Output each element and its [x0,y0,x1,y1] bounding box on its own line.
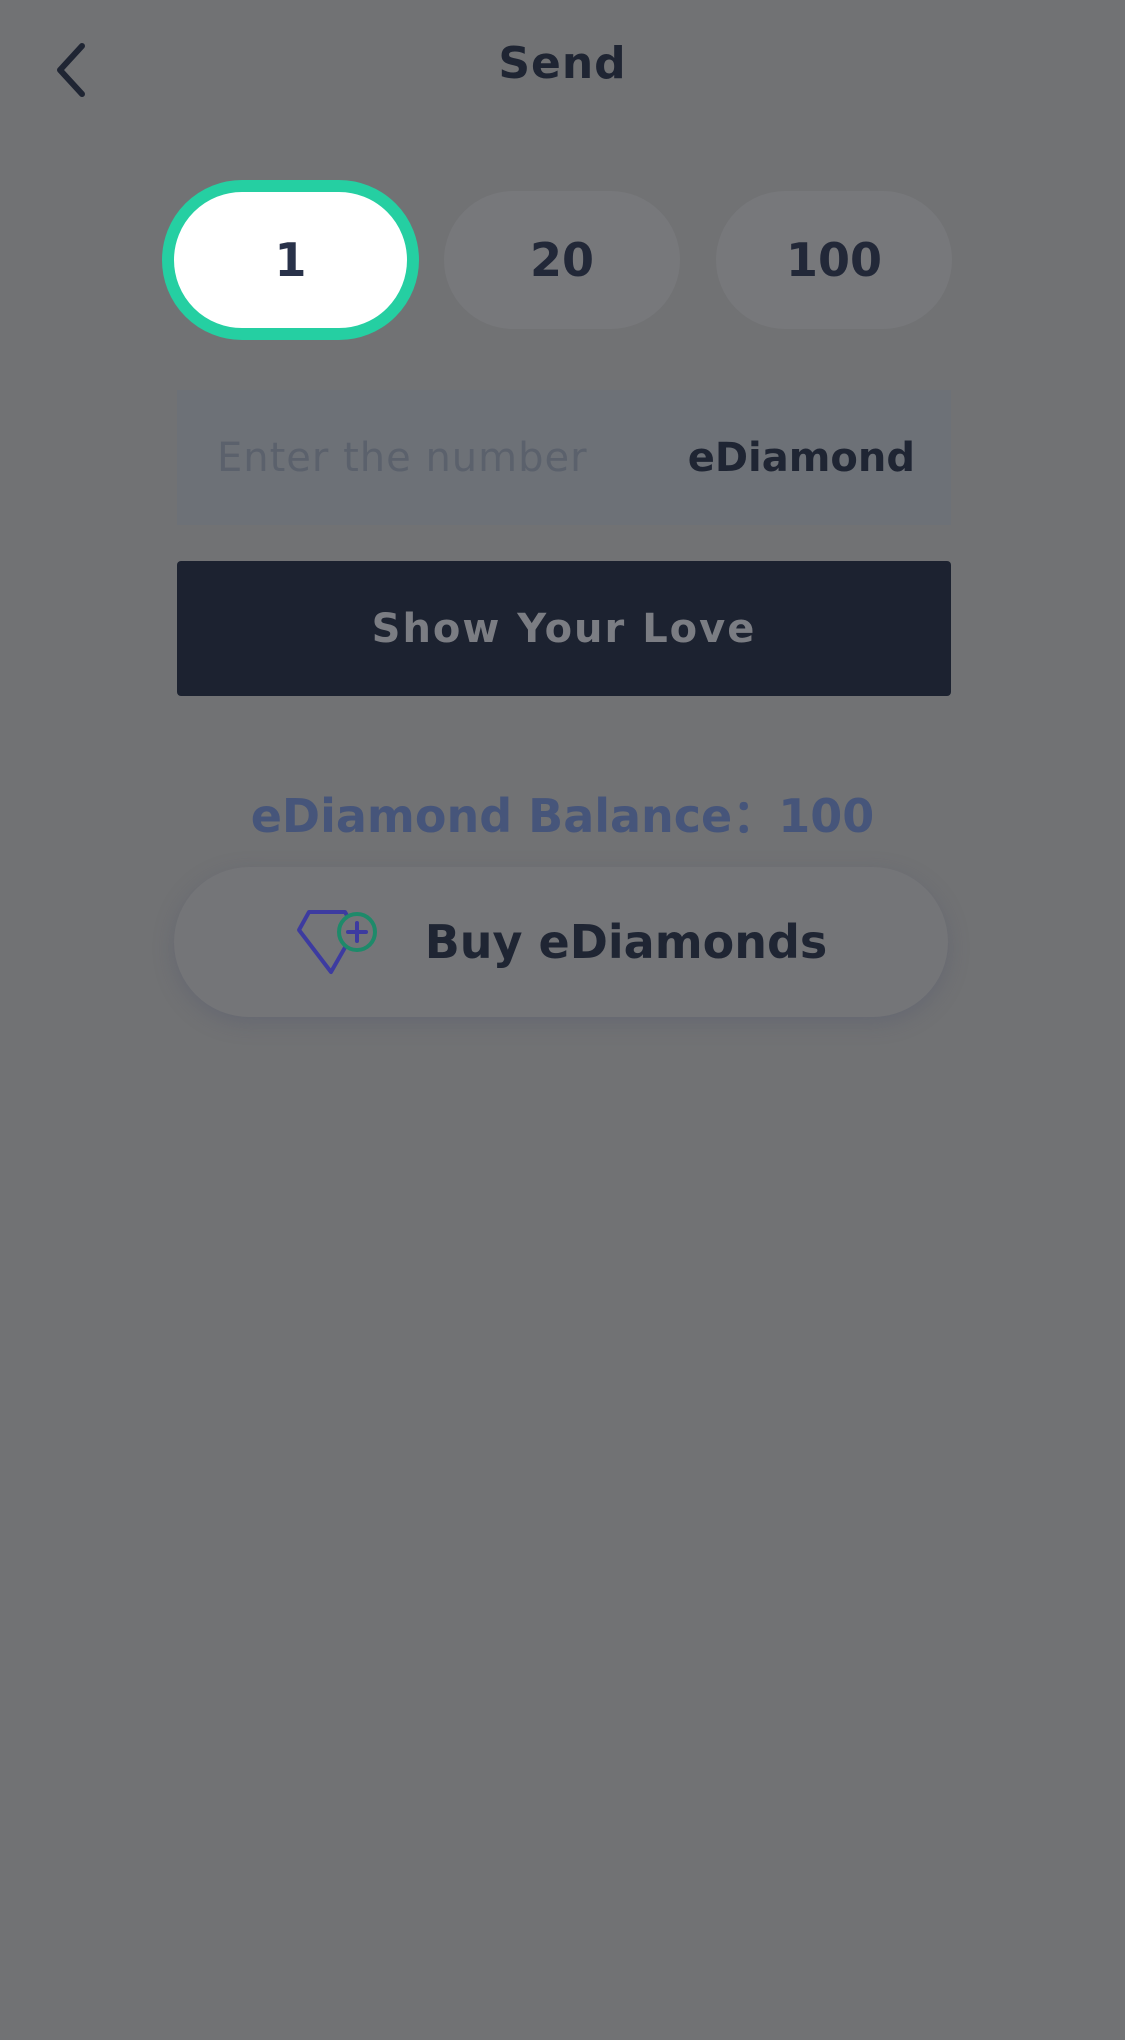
amount-option-20[interactable]: 20 [444,191,680,329]
amount-option-100[interactable]: 100 [716,191,952,329]
page-title: Send [498,38,627,89]
amount-option-1[interactable]: 1 [162,180,419,340]
show-your-love-button[interactable]: Show Your Love [177,561,951,696]
amount-options: 1 20 100 [0,180,1125,340]
unit-label: eDiamond [687,434,915,481]
send-screen: Send 1 20 100 eDiamond Show Your Love eD… [0,0,1125,2040]
ediamond-balance: eDiamond Balance：100 [250,789,875,843]
header: Send [0,0,1125,140]
amount-input-row: eDiamond [177,390,951,525]
buy-ediamonds-button[interactable]: Buy eDiamonds [174,867,948,1017]
diamond-plus-icon [296,910,377,974]
buy-ediamonds-label: Buy eDiamonds [424,915,828,969]
amount-input[interactable] [217,434,677,481]
